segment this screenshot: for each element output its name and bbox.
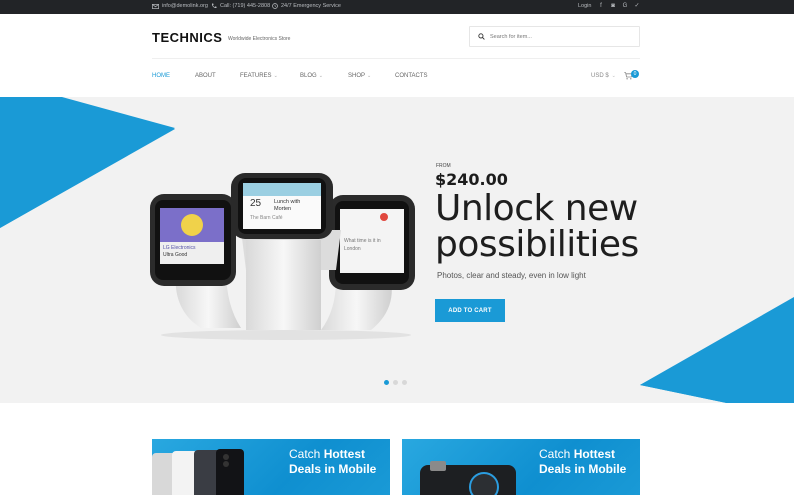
google-icon[interactable]: G	[621, 2, 629, 11]
nav-about[interactable]: ABOUT	[195, 73, 216, 79]
twitter-icon[interactable]: ✓	[633, 2, 641, 11]
login-link[interactable]: Login	[578, 3, 591, 9]
phone-icon	[211, 3, 217, 9]
slide-dot-3[interactable]	[402, 380, 407, 385]
email-text: info@demolink.org	[162, 3, 208, 9]
nav-home-label: HOME	[152, 73, 170, 79]
nav-shop[interactable]: SHOP ⌄	[348, 73, 371, 79]
currency-label: USD $	[591, 73, 609, 79]
email-contact[interactable]: info@demolink.org	[152, 3, 208, 9]
nav-features-label: FEATURES	[240, 73, 272, 79]
envelope-icon	[152, 3, 159, 9]
slider-pagination	[384, 380, 407, 385]
phones-image	[152, 449, 244, 495]
nav-features[interactable]: FEATURES ⌄	[240, 73, 278, 79]
search-box	[469, 26, 640, 47]
hero-price: $240.00	[435, 170, 508, 189]
promo-title-1: Catch Hottest	[289, 447, 365, 462]
right-watch-line1: What time is it in	[344, 238, 381, 244]
promo-subtitle-2: Deals in Mobile	[539, 462, 627, 476]
chevron-down-icon: ⌄	[611, 73, 616, 79]
speaker-image	[420, 461, 516, 495]
nav-home[interactable]: HOME	[152, 73, 170, 79]
service-info: 24/7 Emergency Service	[272, 3, 341, 9]
promo-title-2b: Hottest	[573, 447, 616, 461]
hero-headline-line1: Unlock new	[435, 188, 638, 229]
nav-contacts-label: CONTACTS	[395, 73, 428, 79]
nav-blog[interactable]: BLOG ⌄	[300, 73, 323, 79]
left-watch-line2: Ultra Good	[163, 252, 187, 258]
slide-dot-1[interactable]	[384, 380, 389, 385]
site-tagline: Worldwide Electronics Store	[228, 36, 291, 42]
price-from-label: FROM	[436, 163, 451, 169]
center-watch-line1: Lunch with	[274, 199, 300, 205]
add-to-cart-button[interactable]: ADD TO CART	[435, 299, 505, 322]
promo-title-2a: Catch	[539, 447, 574, 461]
promo-banner-phones[interactable]: Catch Hottest Deals in Mobile	[152, 439, 390, 495]
nav-about-label: ABOUT	[195, 73, 216, 79]
nav-contacts[interactable]: CONTACTS	[395, 73, 428, 79]
instagram-icon[interactable]: ◙	[609, 2, 617, 11]
currency-selector[interactable]: USD $ ⌄	[591, 73, 616, 79]
chevron-down-icon: ⌄	[318, 73, 323, 79]
promo-subtitle-1: Deals in Mobile	[289, 462, 377, 476]
phone-contact[interactable]: Call: (719) 445-2808	[211, 3, 270, 9]
hero-headline: Unlock new possibilities	[435, 191, 639, 263]
center-watch-line2: Morten	[274, 206, 291, 212]
right-accent-shape	[640, 297, 794, 403]
right-watch-line2: London	[344, 246, 361, 252]
facebook-icon[interactable]: f	[597, 2, 605, 11]
top-bar: info@demolink.org Call: (719) 445-2808 2…	[0, 0, 794, 14]
phone-text: Call: (719) 445-2808	[220, 3, 271, 9]
chevron-down-icon: ⌄	[367, 73, 372, 79]
left-watch-line1: LG Electronics	[163, 245, 196, 251]
header-divider	[152, 58, 640, 59]
center-watch-line3: The Barn Café	[250, 215, 283, 221]
social-links: f ◙ G ✓	[597, 2, 641, 11]
promo-title-1a: Catch	[289, 447, 324, 461]
promo-title-2: Catch Hottest	[539, 447, 615, 462]
center-watch-time: 25	[250, 198, 262, 209]
cart-count-badge: 0	[631, 70, 639, 78]
promo-title-1b: Hottest	[323, 447, 366, 461]
search-icon[interactable]	[478, 33, 485, 40]
clock-icon	[272, 3, 278, 9]
slide-dot-2[interactable]	[393, 380, 398, 385]
site-logo[interactable]: TECHNICS	[152, 30, 222, 45]
hero-subline: Photos, clear and steady, even in low li…	[437, 271, 586, 280]
nav-shop-label: SHOP	[348, 73, 366, 79]
nav-blog-label: BLOG	[300, 73, 317, 79]
service-text: 24/7 Emergency Service	[281, 3, 341, 9]
smartwatch-product-image: LG Electronics Ultra Good What time is i…	[150, 173, 415, 340]
hero-headline-line2: possibilities	[435, 224, 639, 265]
promo-banner-speaker[interactable]: Catch Hottest Deals in Mobile	[402, 439, 640, 495]
chevron-down-icon: ⌄	[273, 73, 278, 79]
search-input[interactable]	[490, 31, 630, 43]
